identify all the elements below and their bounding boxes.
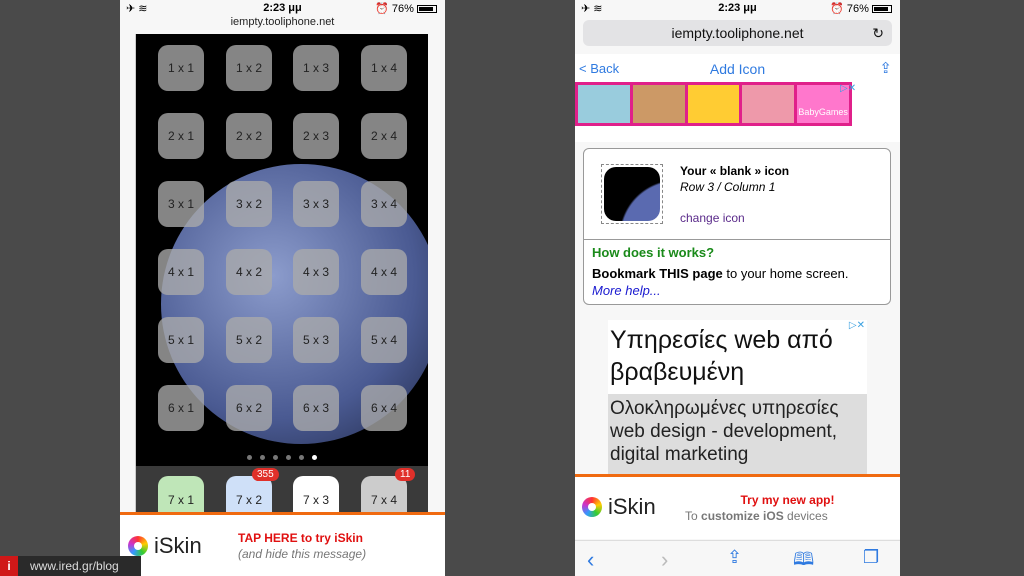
app-slot[interactable]: 3 x 1 [158, 181, 204, 227]
dock-app-label: 7 x 4 [370, 493, 397, 507]
games-ad-banner[interactable]: BabyGames [575, 82, 852, 126]
battery: ⏰ 76% [375, 2, 437, 15]
ad-close-icon[interactable]: ▷✕ [849, 320, 865, 331]
app-slot[interactable]: 1 x 2 [226, 45, 272, 91]
dock-app-label: 7 x 3 [302, 493, 329, 507]
app-slot[interactable]: 2 x 1 [158, 113, 204, 159]
app-slot[interactable]: 6 x 1 [158, 385, 204, 431]
dock: 7 x 1 7 x 2 355 7 x 3 7 x 4 11 [136, 466, 428, 512]
safari-toolbar: ‹ › ⇪ 🕮 ❐ [575, 540, 900, 576]
app-slot[interactable]: 4 x 1 [158, 249, 204, 295]
app-slot[interactable]: 5 x 2 [226, 317, 272, 363]
app-slot[interactable]: 3 x 2 [226, 181, 272, 227]
tabs-icon[interactable]: ❐ [863, 547, 879, 568]
forward-icon[interactable]: › [661, 547, 668, 573]
notification-badge: 11 [395, 468, 416, 481]
how-heading: How does it works? [592, 245, 715, 260]
share-icon[interactable]: ⇪ [727, 547, 742, 568]
web-ad[interactable]: Υπηρεσίες web από βραβευμένη Ολοκληρωμέν… [608, 320, 867, 475]
app-slot[interactable]: 6 x 2 [226, 385, 272, 431]
app-slot[interactable]: 2 x 4 [361, 113, 407, 159]
dock-app[interactable]: 7 x 1 [158, 476, 204, 512]
icon-position: Row 3 / Column 1 [680, 180, 776, 194]
back-icon[interactable]: ‹ [587, 547, 594, 573]
watermark-text: www.ired.gr/blog [30, 559, 119, 573]
cta[interactable]: Try my new app! [625, 493, 865, 507]
cta-sub: (and hide this message) [238, 547, 367, 561]
url-text: iempty.tooliphone.net [671, 25, 804, 41]
battery-icon [872, 5, 892, 14]
brand: iSkin [154, 533, 202, 558]
app-slot[interactable]: 5 x 4 [361, 317, 407, 363]
watermark: i www.ired.gr/blog [0, 556, 141, 576]
left-phone: ✈ ≋ 2:23 μμ ⏰ 76% iempty.tooliphone.net … [120, 0, 445, 576]
app-slot[interactable]: 2 x 2 [226, 113, 272, 159]
app-slot[interactable]: 5 x 3 [293, 317, 339, 363]
bookmark-bold: Bookmark THIS page [592, 266, 723, 281]
bookmark-text: to your home screen. [722, 266, 849, 281]
share-icon[interactable]: ⇪ [879, 59, 892, 77]
ad-headline: Υπηρεσίες web από βραβευμένη [608, 320, 867, 388]
app-slot[interactable]: 3 x 4 [361, 181, 407, 227]
app-slot[interactable]: 6 x 4 [361, 385, 407, 431]
app-slot[interactable]: 2 x 3 [293, 113, 339, 159]
page-title: Add Icon [709, 61, 766, 77]
blank-icon-preview [604, 167, 660, 221]
status-bar: ✈ ≋ 2:23 μμ ⏰ 76% [120, 0, 445, 17]
change-icon-link[interactable]: change icon [680, 211, 745, 225]
app-slot[interactable]: 1 x 1 [158, 45, 204, 91]
bookmarks-icon[interactable]: 🕮 [793, 547, 814, 576]
more-help-link[interactable]: More help... [592, 283, 661, 298]
app-slot[interactable]: 6 x 3 [293, 385, 339, 431]
icon-preview-frame [601, 164, 663, 224]
app-slot[interactable]: 3 x 3 [293, 181, 339, 227]
iskin-banner[interactable]: iSkin Try my new app! To customize iOS d… [575, 477, 900, 539]
dock-app[interactable]: 7 x 2 [226, 476, 272, 512]
ired-logo: i [0, 556, 18, 576]
app-slot[interactable]: 4 x 4 [361, 249, 407, 295]
icon-card: Your « blank » icon Row 3 / Column 1 cha… [583, 148, 891, 305]
notification-badge: 355 [252, 468, 279, 481]
address-bar[interactable]: iempty.tooliphone.net ↻ [583, 20, 892, 46]
url-label[interactable]: iempty.tooliphone.net [120, 16, 445, 28]
home-screen-preview: 1 x 1 1 x 2 1 x 3 1 x 4 2 x 1 2 x 2 2 x 3 2 x 4… [135, 34, 428, 512]
dock-app[interactable]: 7 x 4 [361, 476, 407, 512]
dock-app-label: 7 x 2 [235, 493, 262, 507]
iskin-logo-icon [582, 497, 602, 517]
app-slot[interactable]: 5 x 1 [158, 317, 204, 363]
sub-bold: customize iOS [701, 509, 784, 523]
dock-app[interactable]: 7 x 3 [293, 476, 339, 512]
ad-close-icon[interactable]: ▷✕ [840, 83, 856, 94]
app-slot[interactable]: 1 x 4 [361, 45, 407, 91]
sub-pre: To [685, 509, 702, 523]
right-phone: ✈ ≋ 2:23 μμ ⏰ 76% iempty.tooliphone.net ↻… [575, 0, 900, 576]
sub-post: devices [783, 509, 828, 523]
battery-icon [417, 5, 437, 14]
page-dots [136, 455, 428, 460]
status-bar: ✈ ≋ 2:23 μμ ⏰ 76% [575, 0, 900, 17]
dock-app-label: 7 x 1 [167, 493, 194, 507]
card-title: Your « blank » icon [680, 164, 790, 178]
ad-body: Ολοκληρωμένες υπηρεσίες web design - dev… [608, 394, 867, 475]
app-slot[interactable]: 4 x 3 [293, 249, 339, 295]
battery-percent: 76% [846, 3, 869, 15]
iskin-banner[interactable]: iSkin TAP HERE to try iSkin (and hide th… [120, 515, 445, 576]
battery: ⏰ 76% [830, 2, 892, 15]
cta[interactable]: TAP HERE to try iSkin [238, 531, 363, 545]
reload-icon[interactable]: ↻ [872, 20, 884, 46]
battery-percent: 76% [391, 3, 414, 15]
app-slot[interactable]: 1 x 3 [293, 45, 339, 91]
iskin-logo-icon [128, 536, 148, 556]
app-slot[interactable]: 4 x 2 [226, 249, 272, 295]
